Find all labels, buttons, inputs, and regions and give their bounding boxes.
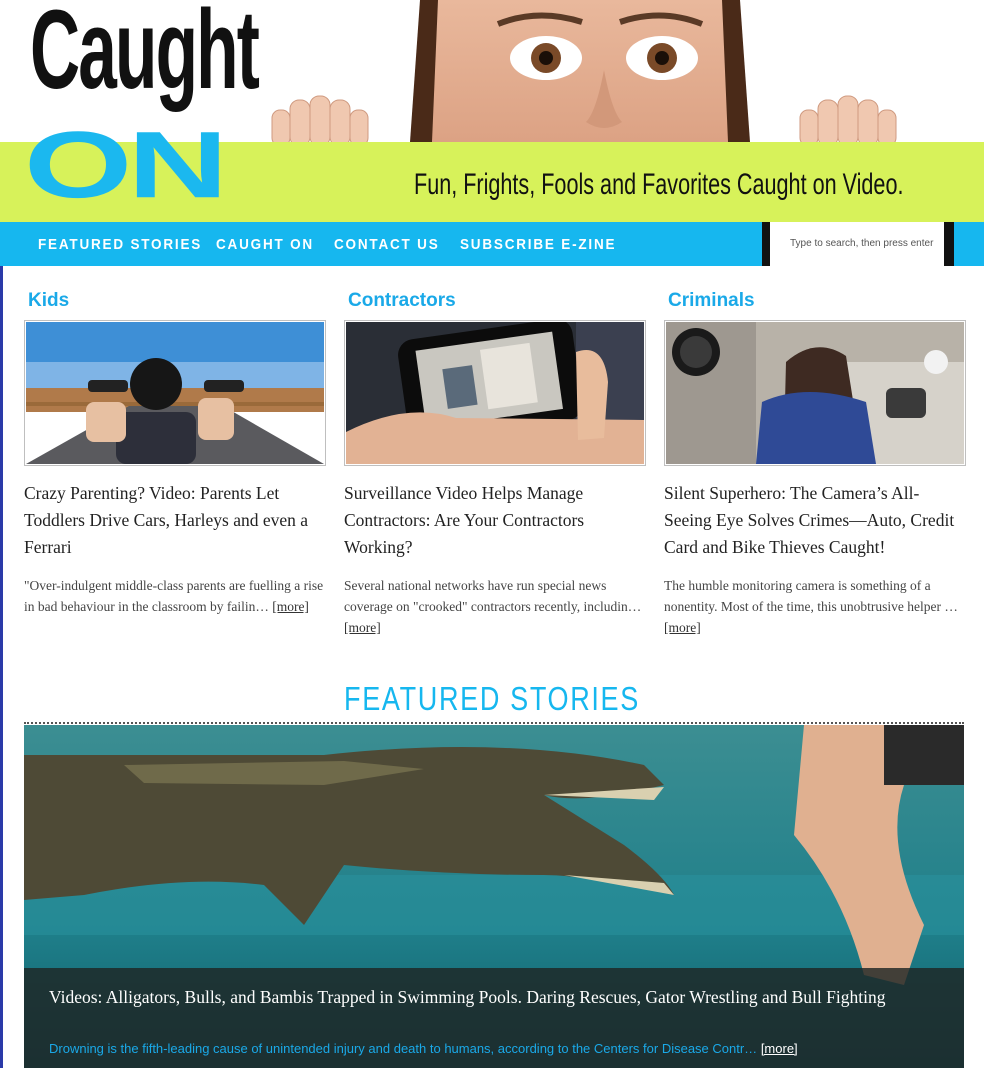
story-thumbnail-contractors[interactable] xyxy=(344,320,646,466)
featured-divider xyxy=(24,722,964,724)
read-more-link-featured[interactable]: [more] xyxy=(761,1041,798,1056)
left-border-rule xyxy=(0,266,3,1068)
search-input[interactable] xyxy=(788,237,962,250)
story-title-kids[interactable]: Crazy Parenting? Video: Parents Let Todd… xyxy=(24,480,326,561)
logo-caught-text[interactable]: Caught xyxy=(30,0,260,106)
story-thumbnail-criminals[interactable] xyxy=(664,320,966,466)
logo-on-text[interactable]: ON xyxy=(24,118,228,212)
read-more-link-kids[interactable]: [more] xyxy=(272,599,309,614)
story-column-kids: Kids Crazy Parenting? Video: Parents Let… xyxy=(24,290,326,617)
story-excerpt-criminals: The humble monitoring camera is somethin… xyxy=(664,578,958,635)
search-box xyxy=(762,222,962,266)
category-heading-contractors[interactable]: Contractors xyxy=(348,290,646,314)
story-column-contractors: Contractors Surveillance Video Helps Man… xyxy=(344,290,646,638)
nav-item-contact-us[interactable]: CONTACT US xyxy=(334,236,439,253)
story-column-criminals: Criminals Silent Superhero: The Camera’s… xyxy=(664,290,966,638)
featured-caption: Videos: Alligators, Bulls, and Bambis Tr… xyxy=(24,968,964,1068)
story-excerpt-contractors: Several national networks have run speci… xyxy=(344,578,642,635)
nav-item-subscribe-ezine[interactable]: SUBSCRIBE E-ZINE xyxy=(460,236,616,253)
read-more-link-contractors[interactable]: [more] xyxy=(344,620,381,635)
site-tagline: Fun, Frights, Fools and Favorites Caught… xyxy=(414,168,904,201)
category-heading-kids[interactable]: Kids xyxy=(28,290,326,314)
featured-stories-heading: FEATURED STORIES xyxy=(344,680,640,717)
nav-item-caught-on[interactable]: CAUGHT ON xyxy=(216,236,314,253)
featured-story-title[interactable]: Videos: Alligators, Bulls, and Bambis Tr… xyxy=(49,984,949,1011)
header-face-image xyxy=(270,0,982,147)
story-excerpt-kids: "Over-indulgent middle-class parents are… xyxy=(24,578,324,614)
category-heading-criminals[interactable]: Criminals xyxy=(668,290,966,314)
story-thumbnail-kids[interactable] xyxy=(24,320,326,466)
site-header: Caught ON Fun, Frights, Fools and Favori… xyxy=(0,0,984,222)
story-title-criminals[interactable]: Silent Superhero: The Camera’s All-Seein… xyxy=(664,480,966,561)
story-title-contractors[interactable]: Surveillance Video Helps Manage Contract… xyxy=(344,480,646,561)
featured-story-excerpt: Drowning is the fifth-leading cause of u… xyxy=(49,1041,798,1056)
nav-item-featured-stories[interactable]: FEATURED STORIES xyxy=(38,236,202,253)
read-more-link-criminals[interactable]: [more] xyxy=(664,620,701,635)
